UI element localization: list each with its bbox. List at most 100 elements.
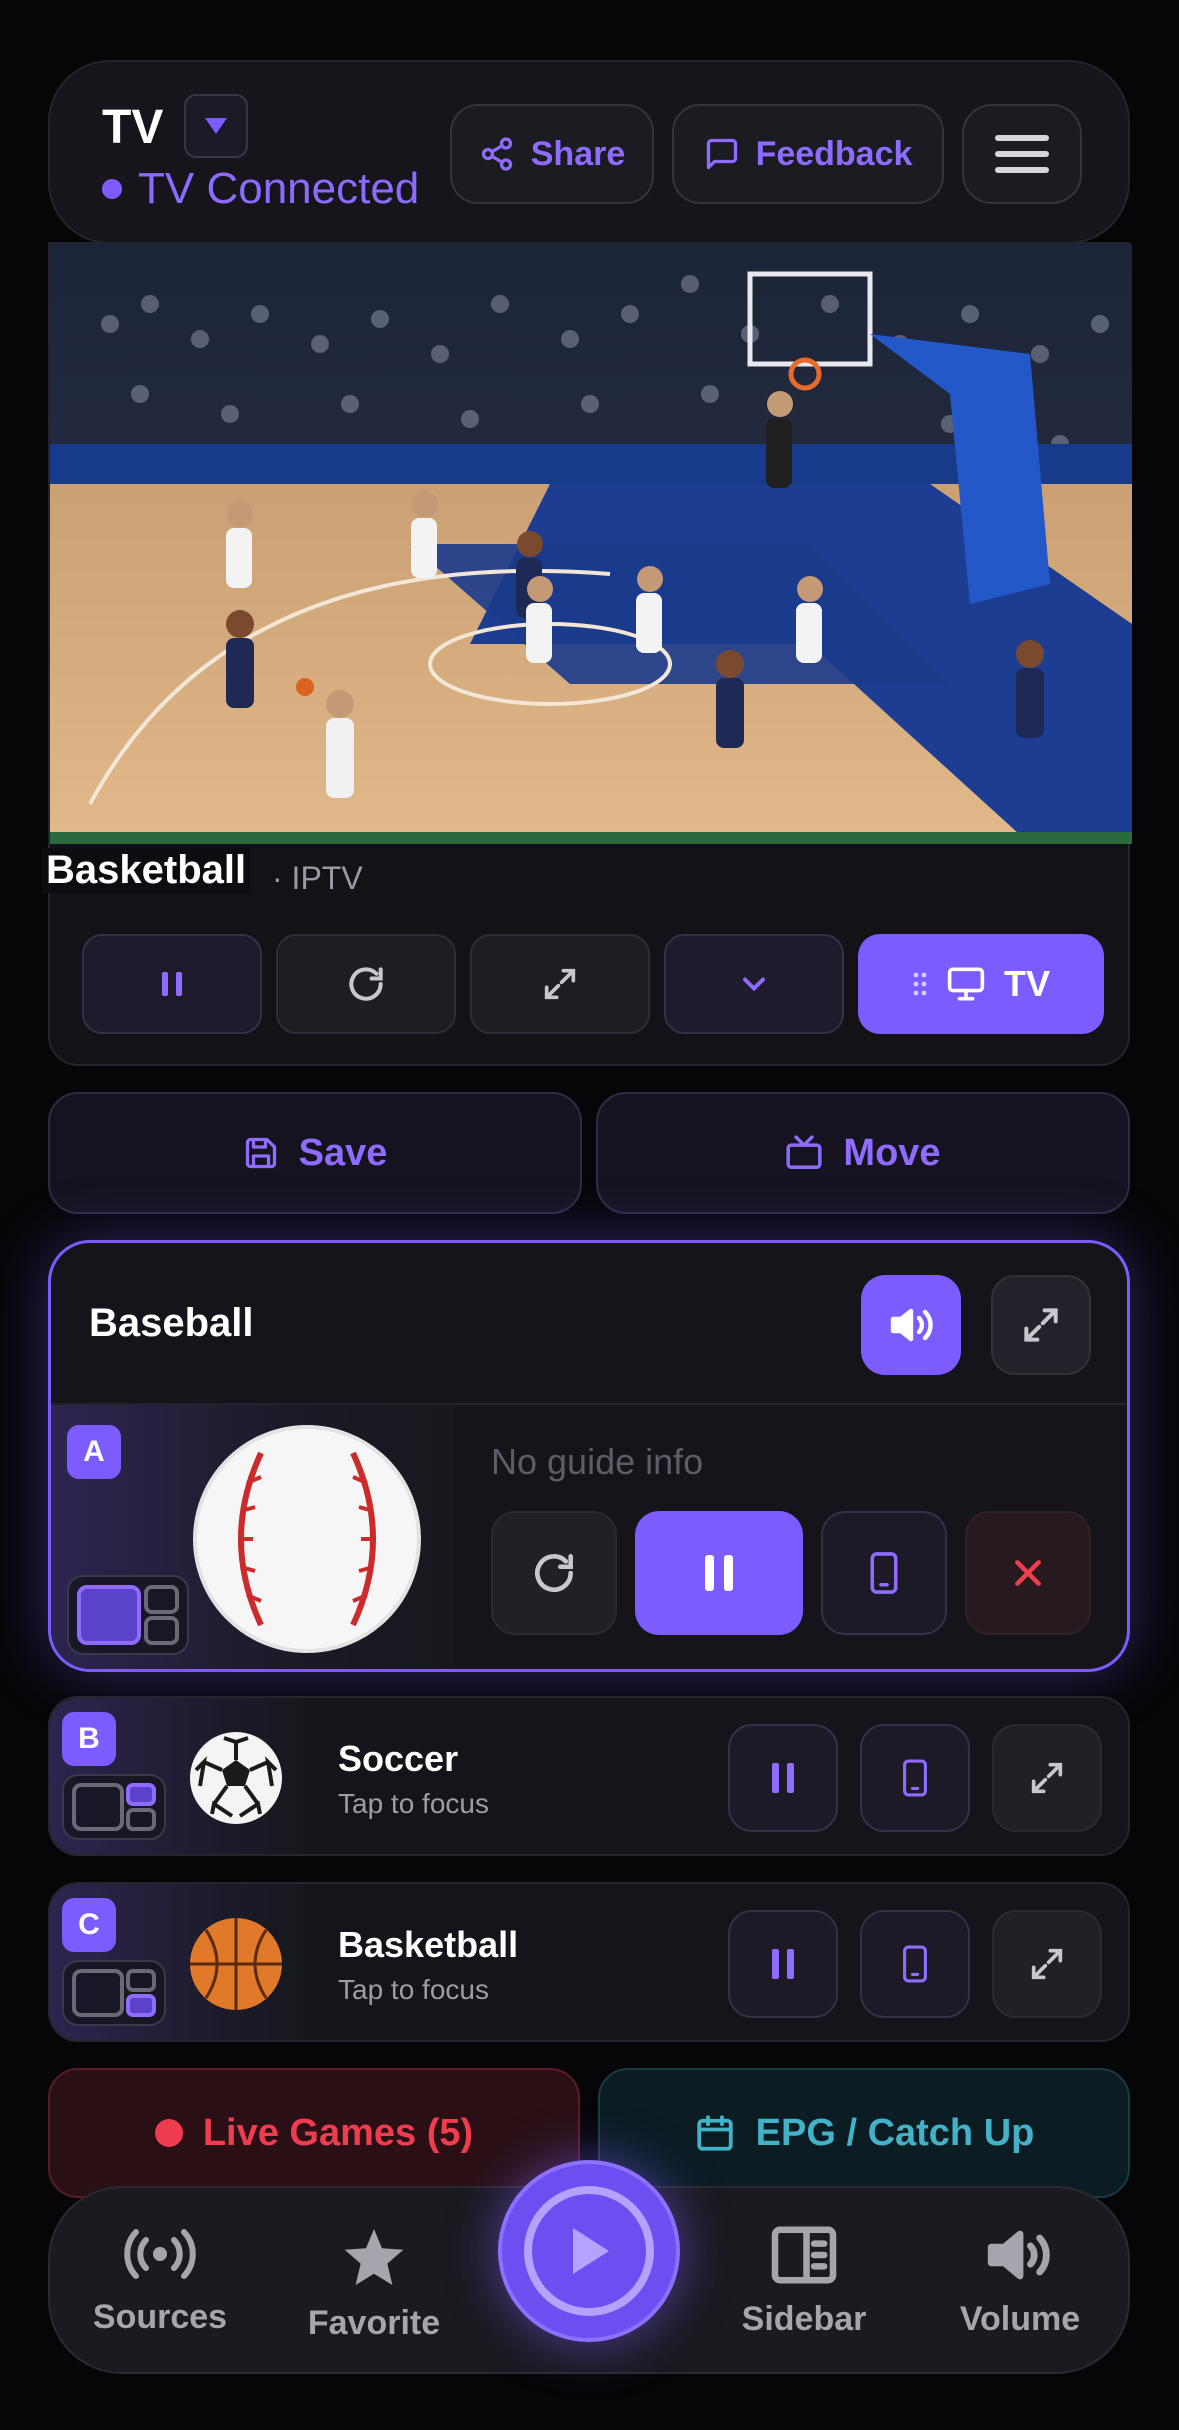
now-playing-title: Basketball [42,848,251,893]
pause-button[interactable] [82,934,262,1034]
connection-status: TV Connected [102,164,419,214]
pause-button[interactable] [728,1910,838,2018]
player-controls: TV [82,934,1104,1034]
collapse-button[interactable] [664,934,844,1034]
phone-icon [903,1759,927,1797]
phone-view-button[interactable] [860,1724,970,1832]
video-preview[interactable] [50,244,1132,844]
share-button[interactable]: Share [450,104,654,204]
pause-icon [162,972,182,996]
save-button[interactable]: Save [48,1092,582,1214]
basketball-game-image [50,244,1132,844]
nav-favorite[interactable]: Favorite [274,2226,474,2343]
epg-label: EPG / Catch Up [755,2111,1035,2154]
speaker-icon [987,2230,1050,2280]
stream-slot-a[interactable]: Baseball A No guide info [48,1240,1130,1672]
pause-icon [772,1763,794,1793]
live-games-button[interactable]: Live Games (5) [48,2068,580,2198]
drag-handle-icon [913,972,927,996]
phone-icon [870,1552,898,1594]
play-button[interactable] [498,2160,680,2342]
stream-slot-c[interactable]: C Basketball Tap to focus [48,1882,1130,2042]
cast-to-tv-button[interactable]: TV [858,934,1104,1034]
audio-button[interactable] [861,1275,961,1375]
sidebar-icon [771,2226,837,2284]
tv-icon [786,1135,822,1169]
slot-badge: C [62,1898,116,1952]
expand-button[interactable] [991,1275,1091,1375]
phone-view-button[interactable] [821,1511,947,1635]
nav-volume[interactable]: Volume [920,2226,1120,2339]
reload-button[interactable] [276,934,456,1034]
expand-icon [1024,1308,1058,1342]
slot-thumbnail[interactable]: B [50,1698,304,1854]
share-icon [481,137,512,171]
device-dropdown[interactable] [184,94,248,158]
expand-button[interactable] [992,1724,1102,1832]
slot-subtitle: Tap to focus [338,1974,489,2005]
layout-icon [67,1575,189,1655]
stream-slot-b[interactable]: B Soccer Tap to focus [48,1696,1130,1856]
nav-sources[interactable]: Sources [60,2226,260,2337]
pause-button[interactable] [635,1511,803,1635]
feedback-label: Feedback [755,134,913,173]
guide-info: No guide info [491,1441,704,1482]
soccer-ball-icon [190,1732,282,1824]
play-icon [573,2228,609,2274]
nav-volume-label: Volume [959,2300,1081,2338]
top-bar: TV TV Connected Share Feedback [48,60,1130,244]
pause-button[interactable] [728,1724,838,1832]
star-icon [344,2229,404,2285]
message-icon [706,138,737,170]
phone-icon [903,1945,927,1983]
app-title: TV [102,101,164,154]
expand-icon [544,968,576,1000]
slot-thumbnail[interactable]: A [51,1405,455,1669]
save-icon [245,1137,276,1169]
layout-icon [62,1960,166,2026]
pause-icon [772,1949,794,1979]
monitor-icon [947,967,985,1001]
save-label: Save [298,1131,388,1174]
feedback-button[interactable]: Feedback [672,104,944,204]
phone-view-button[interactable] [860,1910,970,2018]
expand-icon [1031,1948,1063,1980]
close-button[interactable] [965,1511,1091,1635]
pause-icon [705,1555,733,1591]
now-playing-source: · IPTV [272,860,363,896]
slot-controls [491,1511,1091,1635]
slot-thumbnail[interactable]: C [50,1884,304,2040]
nav-sidebar[interactable]: Sidebar [704,2226,904,2339]
slot-badge: A [67,1425,121,1479]
fullscreen-button[interactable] [470,934,650,1034]
chevron-down-icon [205,118,227,134]
play-ring [524,2186,654,2316]
baseball-icon [193,1425,421,1653]
slot-subtitle: Tap to focus [338,1788,489,1819]
player-card: Basketball · IPTV TV [42,242,1132,1066]
live-dot-icon [154,2119,183,2147]
status-text: TV Connected [138,164,420,213]
layout-icon [62,1774,166,1840]
nav-favorite-label: Favorite [307,2304,441,2342]
epg-button[interactable]: EPG / Catch Up [598,2068,1130,2198]
reload-button[interactable] [491,1511,617,1635]
slot-badge: B [62,1712,116,1766]
close-icon [1015,1560,1041,1586]
nav-sources-label: Sources [92,2298,228,2336]
refresh-icon [535,1554,573,1592]
chevron-down-icon [743,977,765,992]
hamburger-icon [995,135,1049,173]
basketball-icon [190,1918,282,2010]
slot-title: Basketball [338,1924,519,1965]
status-dot [102,179,122,199]
cast-to-tv-label: TV [1003,963,1050,1004]
menu-button[interactable] [962,104,1082,204]
expand-icon [1031,1762,1063,1794]
move-label: Move [843,1131,941,1174]
expand-button[interactable] [992,1910,1102,2018]
move-button[interactable]: Move [596,1092,1130,1214]
slot-title: Baseball [89,1301,254,1345]
live-games-label: Live Games (5) [202,2111,474,2154]
nav-sidebar-label: Sidebar [741,2300,867,2338]
